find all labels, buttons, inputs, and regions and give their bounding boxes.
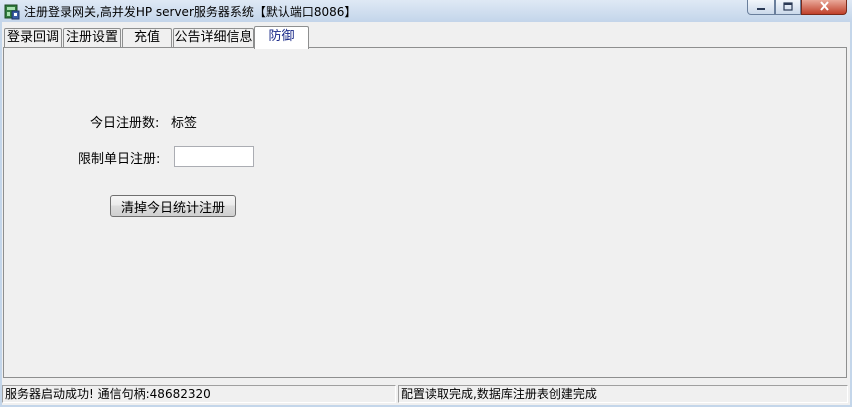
today-registrations-label: 今日注册数: <box>90 116 160 131</box>
status-server: 服务器启动成功! 通信句柄:48682320 <box>2 385 396 403</box>
minimize-button[interactable] <box>747 0 775 15</box>
tab-recharge[interactable]: 充值 <box>122 28 172 48</box>
daily-limit-input[interactable] <box>174 146 254 167</box>
status-bar: 服务器启动成功! 通信句柄:48682320 配置读取完成,数据库注册表创建完成 <box>2 384 848 403</box>
close-icon <box>819 0 830 14</box>
defense-tab-panel: 今日注册数: 标签 限制单日注册: 清掉今日统计注册 <box>3 47 847 378</box>
today-registrations-value: 标签 <box>171 116 198 131</box>
app-icon <box>3 2 21 20</box>
tab-defense[interactable]: 防御 <box>254 26 309 49</box>
title-bar[interactable]: 注册登录网关,高并发HP server服务器系统【默认端口8086】 <box>0 0 852 22</box>
window-title: 注册登录网关,高并发HP server服务器系统【默认端口8086】 <box>24 5 357 19</box>
maximize-button[interactable] <box>775 0 801 15</box>
window-body: 登录回调 注册设置 充值 公告详细信息 防御 今日注册数: 标签 限制单日注册:… <box>2 22 850 405</box>
clear-today-stats-button[interactable]: 清掉今日统计注册 <box>110 195 236 217</box>
minimize-icon <box>756 0 766 14</box>
daily-limit-label: 限制单日注册: <box>78 152 161 167</box>
status-config: 配置读取完成,数据库注册表创建完成 <box>398 385 848 403</box>
maximize-icon <box>783 0 793 14</box>
tab-strip: 登录回调 注册设置 充值 公告详细信息 防御 <box>2 26 848 49</box>
close-button[interactable] <box>801 0 847 15</box>
tab-login-callback[interactable]: 登录回调 <box>4 28 62 48</box>
tab-announcement-details[interactable]: 公告详细信息 <box>173 28 254 48</box>
tab-register-settings[interactable]: 注册设置 <box>63 28 121 48</box>
